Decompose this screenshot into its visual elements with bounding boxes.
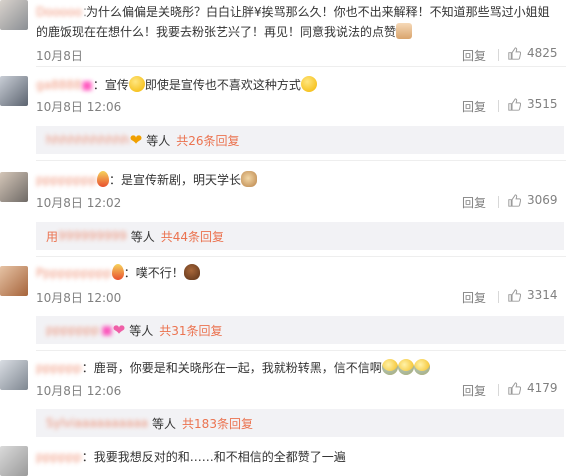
comment-divider — [36, 256, 566, 257]
avatar[interactable] — [0, 446, 28, 476]
commenter-name[interactable]: pppppp — [36, 359, 82, 377]
comment-text: Pppppppppp ：噗不行！ — [36, 264, 200, 282]
commenter-name[interactable]: pppppppp — [36, 171, 97, 189]
thumb-up-icon — [508, 288, 521, 302]
sub-reply-name: Sylviaaaaaaaaaa — [46, 416, 149, 430]
comment-time: 10月8日 12:06 — [36, 100, 122, 114]
commenter-name[interactable]: Pppppppppp — [36, 264, 112, 282]
view-replies-link[interactable]: 共44条回复 — [161, 228, 224, 245]
smile-emoji-icon — [300, 76, 317, 92]
like-count: 3314 — [527, 288, 558, 302]
sub-reply-suffix: 等人 — [130, 229, 155, 244]
comment-text: 的鹿饭现在在想什么！我要去粉张艺兴了！再见！同意我说法的点赞 — [36, 23, 413, 41]
divider — [498, 100, 499, 112]
view-replies-link[interactable]: 共31条回复 — [159, 322, 222, 339]
like-button[interactable]: 4179 — [508, 381, 558, 395]
cat-emoji-icon — [240, 171, 257, 187]
crying-emoji-icon — [413, 359, 430, 375]
avatar[interactable] — [0, 360, 28, 390]
heart-emoji-icon: ❤ — [129, 131, 143, 149]
avatar[interactable] — [0, 0, 28, 30]
comment-text: pppppp：鹿哥，你要是和关晓彤在一起，我就粉转黑，信不信啊 — [36, 359, 430, 377]
divider — [498, 49, 499, 61]
balloon-emoji-icon — [111, 264, 124, 280]
sub-reply-name: ppppppp — [46, 323, 100, 337]
sub-replies-bar[interactable]: 用 999999999 等人 共44条回复 — [36, 222, 564, 250]
comment-time: 10月8日 12:00 — [36, 291, 122, 305]
thumb-up-icon — [508, 381, 521, 395]
comment-time: 10月8日 12:06 — [36, 384, 122, 398]
sub-reply-suffix: 等人 — [146, 133, 171, 148]
sub-replies-bar[interactable]: ppppppp ■ ❤ 等人 共31条回复 — [36, 316, 564, 344]
commenter-name[interactable]: pppppp — [36, 448, 82, 466]
divider — [498, 384, 499, 396]
crying-emoji-icon — [381, 359, 398, 375]
thumbs-up-emoji-icon — [396, 23, 413, 39]
like-button[interactable]: 3069 — [508, 193, 558, 207]
like-count: 3069 — [527, 193, 558, 207]
view-replies-link[interactable]: 共183条回复 — [182, 415, 253, 432]
commenter-name[interactable]: ga8888 — [36, 76, 82, 94]
like-button[interactable]: 4825 — [508, 46, 558, 60]
comment-text: 为什么偏偏是关晓彤？白白让胖¥挨骂那么久！你也不出来解释！不知道那些骂过小姐姐 — [86, 5, 550, 19]
reply-button[interactable]: 回复 — [462, 289, 486, 306]
sub-replies-bar[interactable]: Sylviaaaaaaaaaa 等人 共183条回复 — [36, 409, 564, 437]
like-count: 3515 — [527, 97, 558, 111]
like-count: 4179 — [527, 381, 558, 395]
smirk-emoji-icon — [128, 76, 145, 92]
comment-text: pppppp：我要我想反对的和……和不相信的全都赞了一遍 — [36, 448, 346, 466]
sub-reply-name: hhhhhhhhhhh — [46, 133, 130, 147]
sub-reply-suffix: 等人 — [152, 416, 177, 431]
divider — [498, 196, 499, 208]
like-button[interactable]: 3515 — [508, 97, 558, 111]
comment-divider — [36, 350, 566, 351]
reply-button[interactable]: 回复 — [462, 194, 486, 211]
reply-button[interactable]: 回复 — [462, 382, 486, 399]
sub-reply-name: 用 — [46, 229, 59, 244]
comment-text: ga8888■：宣传 即使是宣传也不喜欢这种方式 — [36, 76, 317, 94]
sub-replies-bar[interactable]: hhhhhhhhhhh ❤ 等人 共26条回复 — [36, 126, 564, 154]
reply-button[interactable]: 回复 — [462, 47, 486, 64]
comment-time: 10月8日 — [36, 49, 83, 63]
avatar[interactable] — [0, 172, 28, 202]
like-button[interactable]: 3314 — [508, 288, 558, 302]
avatar[interactable] — [0, 76, 28, 106]
divider — [498, 291, 499, 303]
reply-button[interactable]: 回复 — [462, 98, 486, 115]
thumb-up-icon — [508, 46, 521, 60]
sub-reply-suffix: 等人 — [129, 323, 154, 338]
comment-text: pppppppp ：是宣传新剧，明天学长 — [36, 171, 257, 189]
comment-time: 10月8日 12:02 — [36, 196, 122, 210]
comment-divider — [36, 66, 566, 67]
poop-emoji-icon — [183, 264, 200, 280]
avatar[interactable] — [0, 266, 28, 296]
thumb-up-icon — [508, 97, 521, 111]
balloon-emoji-icon — [96, 171, 109, 187]
like-count: 4825 — [527, 46, 558, 60]
comment-divider — [36, 160, 566, 161]
view-replies-link[interactable]: 共26条回复 — [176, 132, 239, 149]
thumb-up-icon — [508, 193, 521, 207]
crying-emoji-icon — [397, 359, 414, 375]
heart-emoji-icon: ❤ — [112, 321, 126, 339]
